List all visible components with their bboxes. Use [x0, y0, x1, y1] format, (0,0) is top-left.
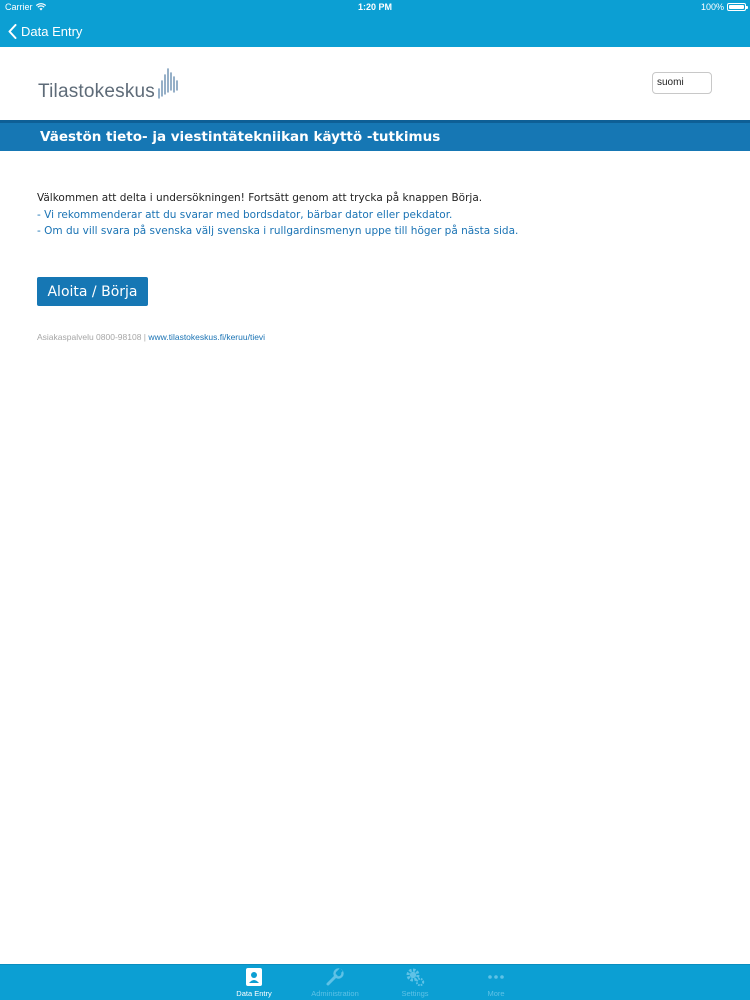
language-note: - Om du vill svara på svenska välj svens…	[37, 225, 519, 237]
gear-icon	[406, 968, 425, 987]
page-title: Väestön tieto- ja viestintätekniikan käy…	[40, 129, 441, 145]
wrench-icon	[326, 968, 344, 986]
tab-label: Data Entry	[236, 989, 272, 998]
tab-more[interactable]: More	[466, 967, 526, 999]
logo-bars-icon	[158, 68, 178, 99]
logo-text: Tilastokeskus	[38, 81, 155, 102]
tilastokeskus-logo[interactable]: Tilastokeskus	[38, 61, 179, 101]
tab-bar: Data Entry Administration Settings More	[0, 964, 750, 1000]
language-select[interactable]: suomi	[652, 72, 712, 94]
tab-label: Administration	[311, 989, 359, 998]
tab-administration[interactable]: Administration	[305, 967, 365, 999]
tab-label: More	[487, 989, 505, 998]
page-header: Tilastokeskus suomi	[0, 47, 750, 119]
customer-service-text: Asiakaspalvelu 0800-98108 |	[37, 332, 147, 342]
welcome-text: Välkommen att delta i undersökningen! Fo…	[37, 190, 717, 240]
chevron-left-icon	[8, 23, 17, 39]
person-badge-icon	[246, 968, 262, 986]
more-dots-icon	[488, 975, 504, 979]
battery-indicator: 100%	[700, 2, 748, 12]
back-button-label: Data Entry	[21, 23, 83, 39]
back-button[interactable]: Data Entry	[8, 21, 82, 41]
recommendation-note: - Vi rekommenderar att du svarar med bor…	[37, 208, 453, 221]
battery-icon	[727, 3, 748, 11]
customer-service-line: Asiakaspalvelu 0800-98108 | www.tilastok…	[37, 332, 265, 342]
status-bar: Carrier 1:20 PM 100%	[0, 0, 750, 14]
battery-percent: 100%	[700, 2, 724, 12]
tab-settings[interactable]: Settings	[385, 967, 445, 999]
intro-text: Välkommen att delta i undersökningen! Fo…	[37, 192, 483, 204]
navigation-bar: Data Entry	[0, 14, 750, 47]
survey-link[interactable]: www.tilastokeskus.fi/keruu/tievi	[148, 332, 265, 342]
tab-data-entry[interactable]: Data Entry	[224, 967, 284, 999]
tab-label: Settings	[401, 989, 429, 998]
start-button[interactable]: Aloita / Börja	[37, 277, 148, 306]
status-time: 1:20 PM	[357, 2, 392, 12]
survey-title-band: Väestön tieto- ja viestintätekniikan käy…	[0, 120, 750, 151]
